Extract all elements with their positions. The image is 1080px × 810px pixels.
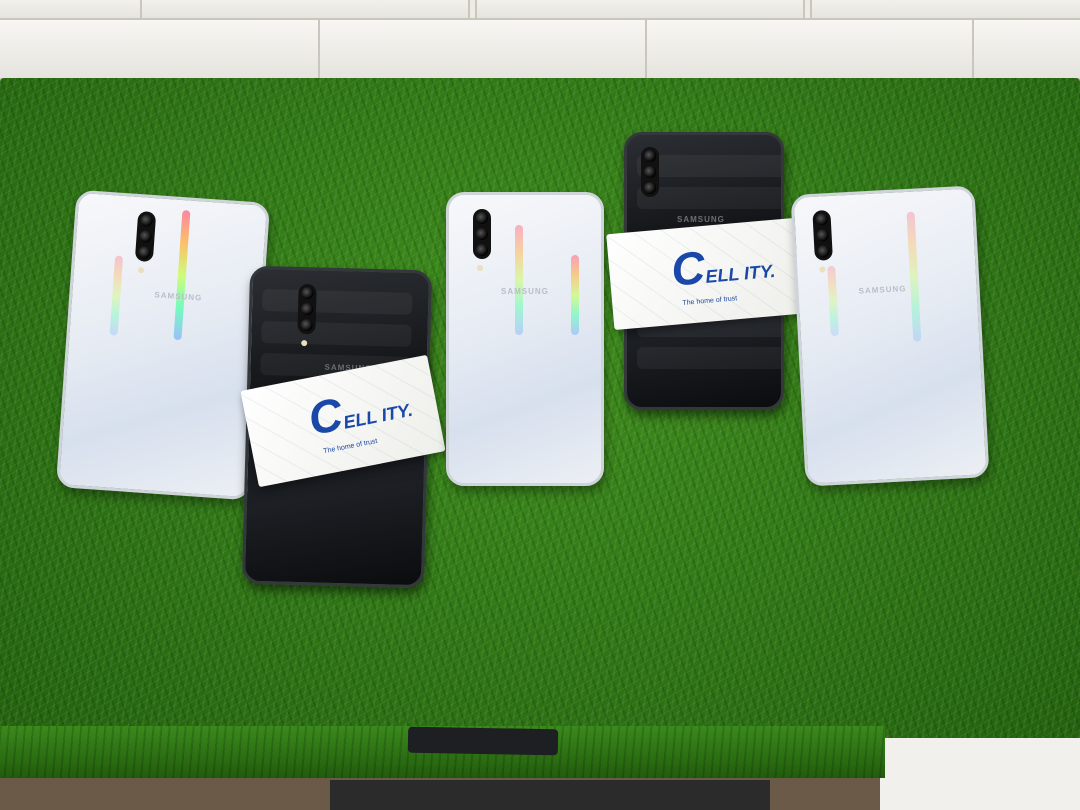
brick <box>645 18 975 80</box>
brand-label: SAMSUNG <box>677 215 725 224</box>
phone-stand <box>407 726 559 756</box>
brick <box>810 0 1080 20</box>
brick <box>140 0 470 20</box>
phone-white-3: SAMSUNG <box>790 185 990 487</box>
camera-module-icon <box>812 209 833 261</box>
cell-city-business-card: CELL ITY. The home of trust <box>606 217 802 331</box>
phone-white-1: SAMSUNG <box>55 189 271 501</box>
camera-module-icon <box>297 283 317 335</box>
brick <box>475 0 805 20</box>
phone-white-2: SAMSUNG <box>446 192 604 486</box>
brick <box>318 18 648 80</box>
brick <box>0 18 320 80</box>
camera-module-icon <box>473 209 491 259</box>
brand-label: SAMSUNG <box>154 290 203 303</box>
table-base <box>330 780 770 810</box>
cell-city-logo: CELL ITY. <box>669 241 777 296</box>
photo-scene: SAMSUNG SAMSUNG CELL ITY. The home of tr… <box>0 0 1080 810</box>
camera-module-icon <box>641 147 659 197</box>
brand-label: SAMSUNG <box>501 287 549 296</box>
camera-module-icon <box>134 210 157 263</box>
brick <box>972 18 1080 80</box>
floor-tile <box>880 732 1080 810</box>
brand-label: SAMSUNG <box>858 284 907 296</box>
